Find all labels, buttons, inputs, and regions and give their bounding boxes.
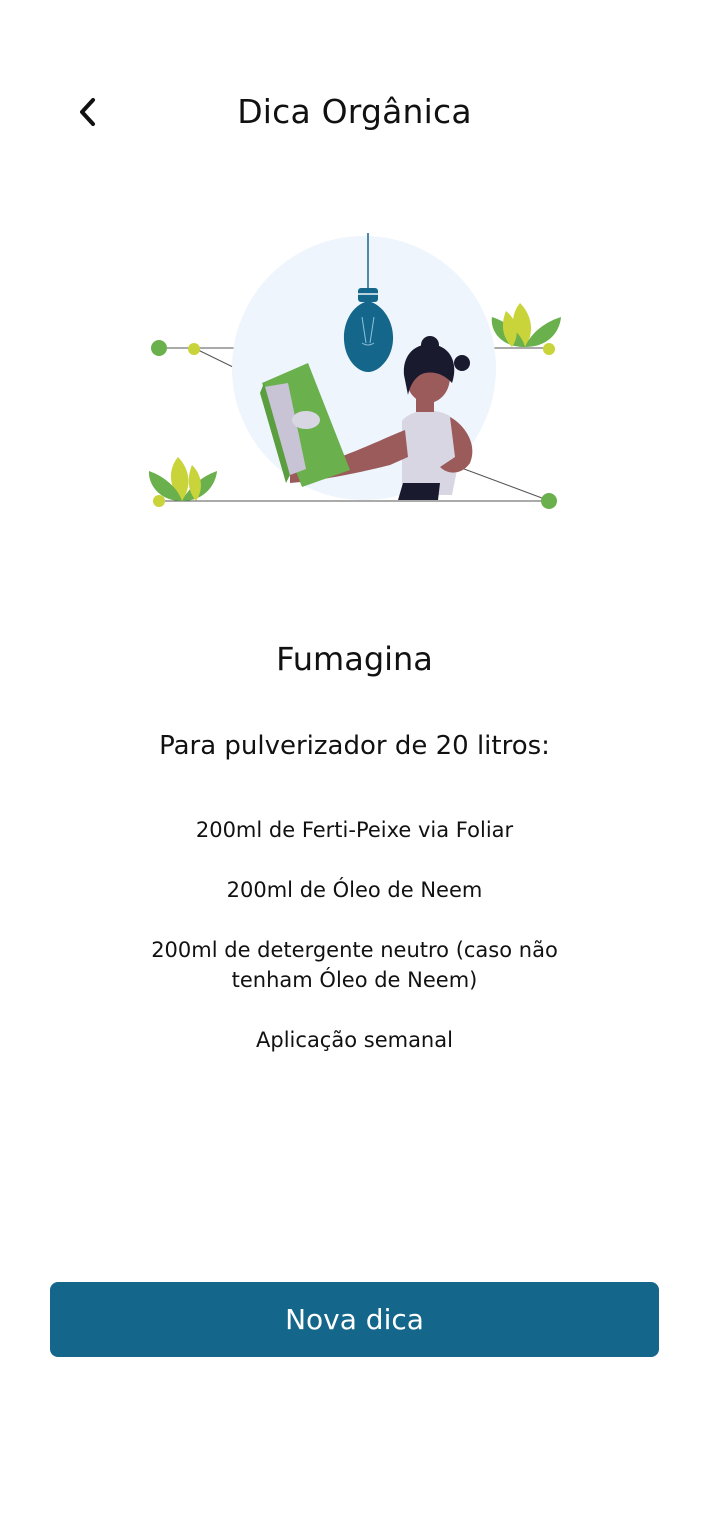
app-header: Dica Orgânica xyxy=(0,0,709,230)
tip-instructions-list: 200ml de Ferti-Peixe via Foliar 200ml de… xyxy=(150,815,559,1085)
list-item: Aplicação semanal xyxy=(256,1028,453,1052)
tip-subtitle: Para pulverizador de 20 litros: xyxy=(159,731,550,761)
new-tip-button[interactable]: Nova dica xyxy=(50,1282,659,1357)
list-item: 200ml de Óleo de Neem xyxy=(226,878,483,902)
list-item: 200ml de Ferti-Peixe via Foliar xyxy=(195,818,514,842)
tip-illustration xyxy=(140,225,570,520)
list-item: 200ml de detergente neutro (caso não ten… xyxy=(151,938,558,992)
tip-title: Fumagina xyxy=(276,640,433,678)
page-title: Dica Orgânica xyxy=(237,92,472,131)
